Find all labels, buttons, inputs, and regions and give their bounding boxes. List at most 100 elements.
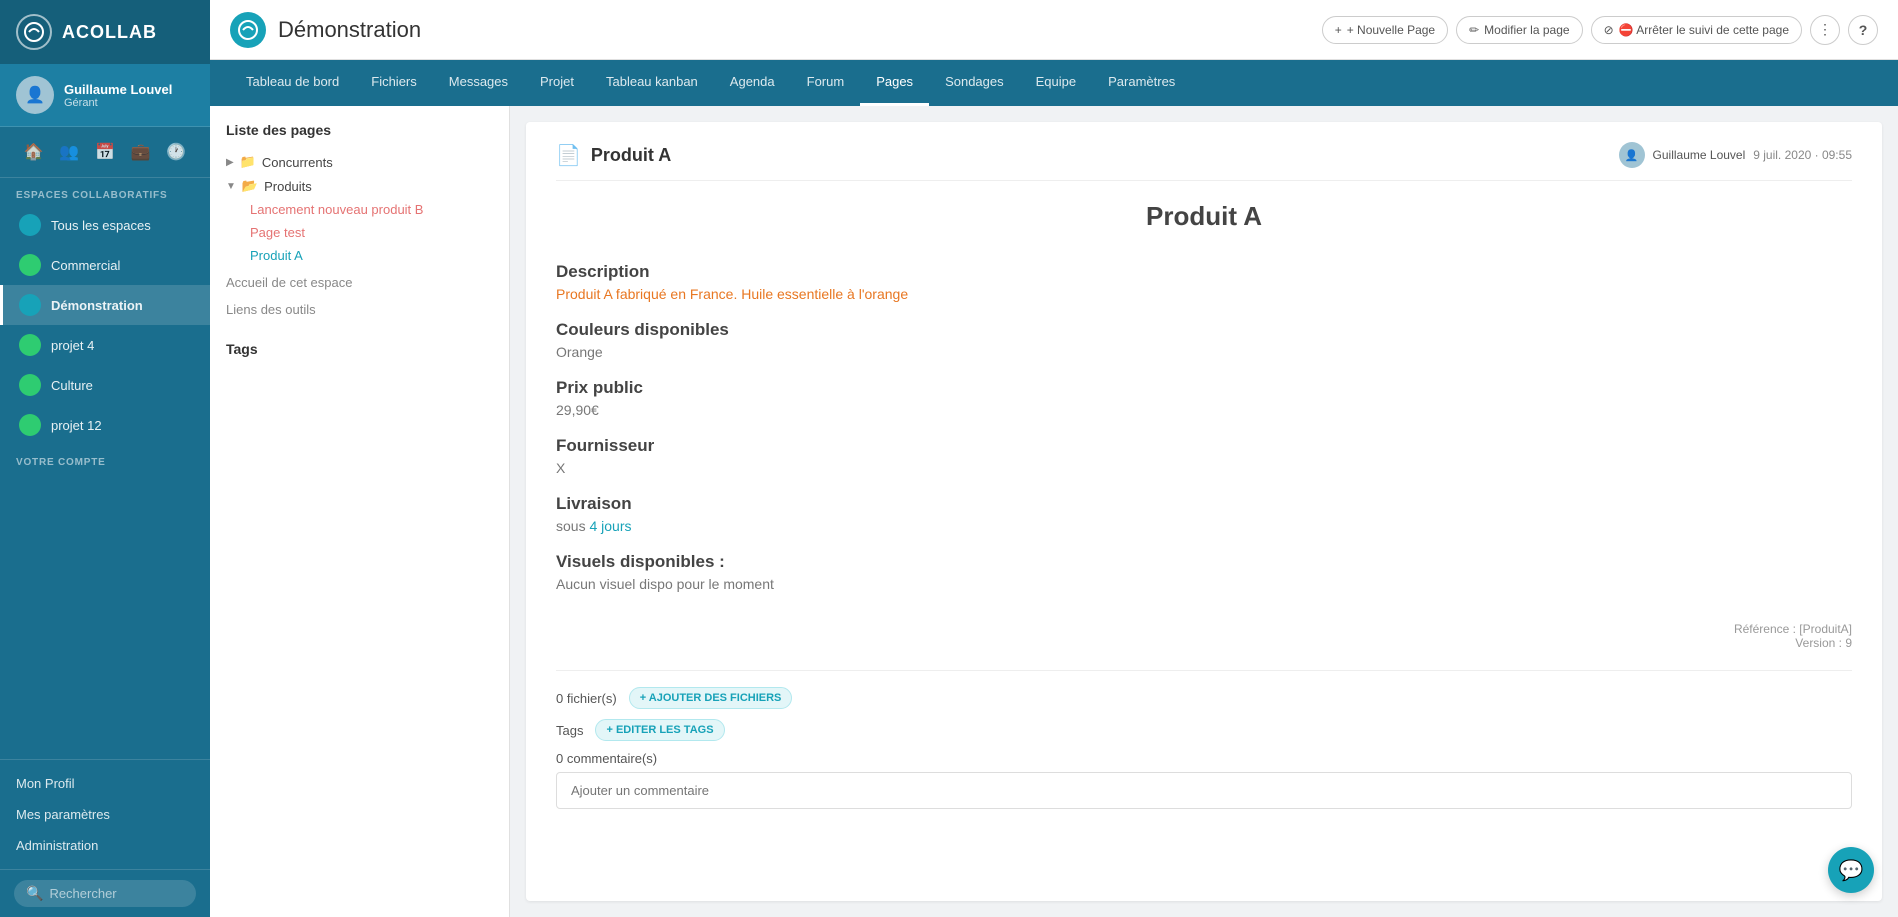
section-title: Prix public	[556, 378, 1852, 398]
sidebar-icons: 🏠 👥 📅 💼 🕐	[0, 127, 210, 178]
tree-page-test[interactable]: Page test	[250, 221, 493, 244]
section-title: Livraison	[556, 494, 1852, 514]
section-value: sous 4 jours	[556, 518, 1852, 534]
nav-agenda[interactable]: Agenda	[714, 60, 791, 106]
sidebar-item-commercial[interactable]: Commercial	[0, 245, 210, 285]
nav-messages[interactable]: Messages	[433, 60, 524, 106]
sidebar-item-label: Tous les espaces	[51, 218, 151, 233]
collaborative-label: ESPACES COLLABORATIFS	[0, 178, 210, 205]
files-row: 0 fichier(s) + AJOUTER DES FICHIERS	[556, 687, 1852, 709]
logo-icon	[16, 14, 52, 50]
page-main-title: Produit A	[556, 201, 1852, 232]
logo-text: ACOLLAB	[62, 22, 157, 43]
nav-fichiers[interactable]: Fichiers	[355, 60, 433, 106]
header-title: Démonstration	[278, 17, 421, 43]
help-button[interactable]: ?	[1848, 15, 1878, 45]
more-options-button[interactable]: ⋮	[1810, 15, 1840, 45]
tree-lancement[interactable]: Lancement nouveau produit B	[250, 198, 493, 221]
sidebar-logo[interactable]: ACOLLAB	[0, 0, 210, 64]
nav-equipe[interactable]: Equipe	[1020, 60, 1092, 106]
nav-tableau-kanban[interactable]: Tableau kanban	[590, 60, 714, 106]
section-title: Fournisseur	[556, 436, 1852, 456]
sidebar-item-culture[interactable]: Culture	[0, 365, 210, 405]
new-page-button[interactable]: + + Nouvelle Page	[1322, 16, 1448, 44]
administration-link[interactable]: Administration	[0, 830, 210, 861]
nav-sondages[interactable]: Sondages	[929, 60, 1020, 106]
page-list-title: Liste des pages	[226, 122, 493, 138]
account-label: VOTRE COMPTE	[0, 445, 210, 472]
my-settings-link[interactable]: Mes paramètres	[0, 799, 210, 830]
liens-label: Liens des outils	[226, 302, 316, 317]
space-dot	[19, 334, 41, 356]
section-value: Produit A fabriqué en France. Huile esse…	[556, 286, 1852, 302]
nav-projet[interactable]: Projet	[524, 60, 590, 106]
section-fournisseur: Fournisseur X	[556, 436, 1852, 476]
page-reference: Référence : [ProduitA]	[556, 622, 1852, 636]
sidebar-search: 🔍	[0, 869, 210, 917]
nav-tableau-de-bord[interactable]: Tableau de bord	[230, 60, 355, 106]
tree-accueil[interactable]: Accueil de cet espace	[226, 271, 493, 294]
nav-parametres[interactable]: Paramètres	[1092, 60, 1191, 106]
people-icon[interactable]: 👥	[54, 137, 84, 167]
section-value: Aucun visuel dispo pour le moment	[556, 576, 1852, 592]
page-meta: Référence : [ProduitA] Version : 9	[556, 622, 1852, 650]
child-label: Lancement nouveau produit B	[250, 202, 423, 217]
page-footer: 0 fichier(s) + AJOUTER DES FICHIERS Tags…	[556, 670, 1852, 809]
chat-bubble[interactable]: 💬	[1828, 847, 1874, 893]
add-files-button[interactable]: + AJOUTER DES FICHIERS	[629, 687, 793, 709]
child-label: Page test	[250, 225, 305, 240]
sidebar-item-label: projet 12	[51, 418, 102, 433]
user-info: Guillaume Louvel Gérant	[64, 82, 172, 109]
livraison-highlight: 4 jours	[589, 518, 631, 534]
edit-icon: ✏	[1469, 23, 1479, 37]
nav-bar: Tableau de bord Fichiers Messages Projet…	[210, 60, 1898, 106]
section-couleurs: Couleurs disponibles Orange	[556, 320, 1852, 360]
nav-pages[interactable]: Pages	[860, 60, 929, 106]
tags-section: Tags	[226, 341, 493, 357]
page-file-icon: 📄	[556, 143, 581, 168]
section-value: Orange	[556, 344, 1852, 360]
tree-produits[interactable]: ▼ 📂 Produits	[226, 174, 493, 198]
sidebar-item-label: Culture	[51, 378, 93, 393]
briefcase-icon[interactable]: 💼	[126, 137, 156, 167]
space-dot	[19, 254, 41, 276]
page-author-avatar: 👤	[1619, 142, 1645, 168]
edit-tags-button[interactable]: + EDITER LES TAGS	[595, 719, 724, 741]
tags-label-footer: Tags	[556, 723, 583, 738]
section-description: Description Produit A fabriqué en France…	[556, 262, 1852, 302]
clock-icon[interactable]: 🕐	[161, 137, 191, 167]
user-role: Gérant	[64, 97, 172, 109]
tree-concurrents[interactable]: ▶ 📁 Concurrents	[226, 150, 493, 174]
comment-input[interactable]	[556, 772, 1852, 809]
tags-row: Tags + EDITER LES TAGS	[556, 719, 1852, 741]
page-list-panel: Liste des pages ▶ 📁 Concurrents ▼ 📂 Prod…	[210, 106, 510, 917]
section-value: 29,90€	[556, 402, 1852, 418]
edit-page-button[interactable]: ✏ Modifier la page	[1456, 16, 1582, 44]
nav-forum[interactable]: Forum	[791, 60, 861, 106]
stop-follow-button[interactable]: ⊘ ⛔ Arrêter le suivi de cette page	[1591, 16, 1802, 44]
section-title: Couleurs disponibles	[556, 320, 1852, 340]
header-logo-icon	[230, 12, 266, 48]
calendar-icon[interactable]: 📅	[90, 137, 120, 167]
search-input[interactable]	[49, 886, 184, 901]
tree-liens[interactable]: Liens des outils	[226, 298, 493, 321]
sidebar-item-label: Commercial	[51, 258, 120, 273]
search-inner: 🔍	[14, 880, 196, 907]
sidebar-user[interactable]: 👤 Guillaume Louvel Gérant	[0, 64, 210, 127]
search-icon: 🔍	[26, 885, 43, 902]
home-icon[interactable]: 🏠	[19, 137, 49, 167]
section-livraison: Livraison sous 4 jours	[556, 494, 1852, 534]
sidebar-item-tous[interactable]: Tous les espaces	[0, 205, 210, 245]
sidebar-item-projet12[interactable]: projet 12	[0, 405, 210, 445]
my-profile-link[interactable]: Mon Profil	[0, 768, 210, 799]
space-dot	[19, 214, 41, 236]
header-actions: + + Nouvelle Page ✏ Modifier la page ⊘ ⛔…	[1322, 15, 1878, 45]
folder-icon: 📁	[240, 154, 256, 170]
tree-produit-a[interactable]: Produit A	[250, 244, 493, 267]
space-dot	[19, 294, 41, 316]
sidebar-item-projet4[interactable]: projet 4	[0, 325, 210, 365]
page-version: Version : 9	[556, 636, 1852, 650]
sidebar-item-demonstration[interactable]: Démonstration	[0, 285, 210, 325]
section-title: Visuels disponibles :	[556, 552, 1852, 572]
page-header-left: 📄 Produit A	[556, 143, 671, 168]
